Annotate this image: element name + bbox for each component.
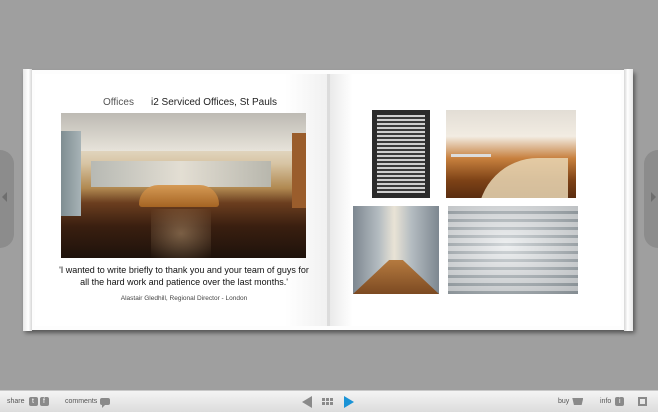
fullscreen-button[interactable]	[638, 396, 647, 407]
testimonial-attribution: Alastair Gledhill, Regional Director - L…	[120, 295, 248, 302]
twitter-icon[interactable]: t	[28, 397, 38, 406]
book-left-edge	[23, 69, 32, 331]
buy-label: buy	[558, 398, 570, 405]
info-button[interactable]: info i	[600, 396, 625, 407]
comments-button[interactable]: comments	[65, 396, 111, 408]
book-spine	[327, 74, 330, 326]
corridor-photo	[353, 206, 439, 294]
share-group: share t f	[7, 396, 49, 407]
book-viewer: Offices i2 Serviced Offices, St Pauls 'I…	[0, 0, 658, 390]
fullscreen-icon	[638, 397, 647, 406]
thumbnails-button[interactable]	[322, 396, 333, 407]
frosted-glass-photo	[448, 206, 578, 294]
chevron-left-icon	[2, 192, 7, 202]
play-icon	[344, 395, 354, 408]
facebook-icon[interactable]: f	[39, 397, 49, 406]
info-icon: i	[615, 397, 625, 406]
arrow-left-icon	[302, 395, 312, 408]
left-page[interactable]: Offices i2 Serviced Offices, St Pauls 'I…	[35, 74, 329, 326]
play-button[interactable]	[344, 395, 354, 408]
blinds-photo	[372, 110, 430, 198]
previous-page-tab[interactable]	[0, 150, 14, 248]
book-spread: Offices i2 Serviced Offices, St Pauls 'I…	[23, 69, 633, 331]
grid-icon	[322, 398, 333, 405]
info-label: info	[600, 398, 612, 405]
comment-bubble-icon	[100, 398, 111, 408]
book-right-edge	[624, 69, 633, 331]
page-title: i2 Serviced Offices, St Pauls	[151, 97, 277, 108]
reception-photo	[61, 113, 306, 258]
curved-wall-photo	[446, 110, 576, 198]
cart-icon	[572, 398, 584, 405]
previous-page-button[interactable]	[302, 395, 312, 408]
right-page[interactable]	[329, 74, 621, 326]
bottom-toolbar: share t f comments buy info i	[0, 390, 658, 412]
next-page-tab[interactable]	[644, 150, 658, 248]
comments-label: comments	[65, 398, 98, 405]
chevron-right-icon	[651, 192, 656, 202]
section-label: Offices	[103, 97, 134, 108]
testimonial-quote: 'I wanted to write briefly to thank you …	[59, 265, 309, 287]
buy-button[interactable]: buy	[558, 396, 584, 407]
share-label: share	[7, 398, 25, 405]
